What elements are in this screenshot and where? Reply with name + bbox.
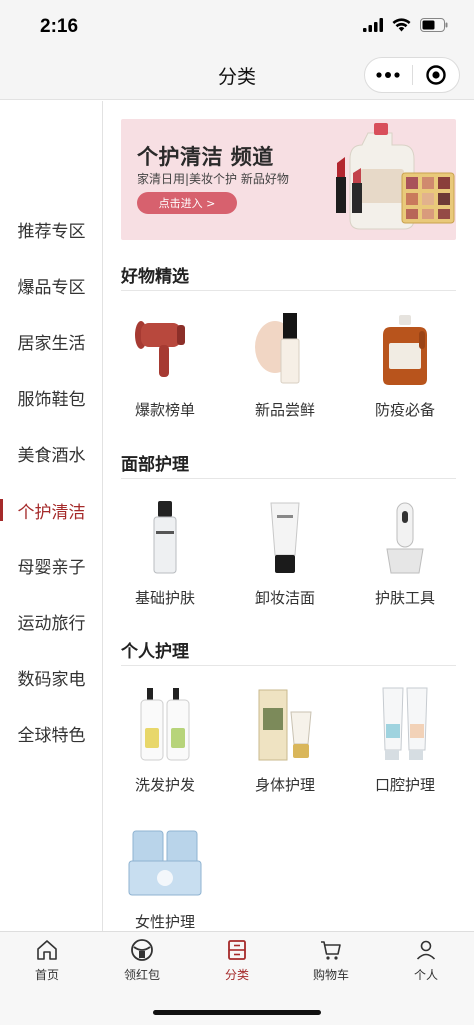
grid-item-label: 口腔护理 xyxy=(374,776,435,794)
grid-item-bestsellers[interactable]: 爆款榜单 xyxy=(110,309,220,419)
beauty-device-image xyxy=(365,497,445,577)
grid-item-label: 卸妆洁面 xyxy=(254,589,315,607)
active-indicator xyxy=(0,499,3,521)
banner-products-image xyxy=(336,123,455,230)
home-icon xyxy=(37,940,57,960)
grid-item-skincare-tools[interactable]: 护肤工具 xyxy=(350,497,460,607)
shampoo-bottles-image xyxy=(125,684,205,764)
status-icons xyxy=(363,18,448,32)
channel-banner[interactable]: 个护清洁 频道 家清日用|美妆个护 新品好物 点击进入 > xyxy=(121,119,456,240)
tab-category[interactable]: 分类 xyxy=(190,938,284,982)
grid-item-cleansing[interactable]: 卸妆洁面 xyxy=(230,497,340,607)
grid-item-body-care[interactable]: 身体护理 xyxy=(230,684,340,794)
sidebar-item-label: 服饰鞋包 xyxy=(17,389,86,410)
sidebar-item-apparel[interactable]: 服饰鞋包 xyxy=(0,377,103,417)
tab-cart[interactable]: 购物车 xyxy=(284,938,378,982)
signal-icon xyxy=(363,18,383,32)
banner-subtitle: 家清日用|美妆个护 新品好物 xyxy=(137,172,289,186)
tab-label: 首页 xyxy=(34,968,59,982)
sidebar-item-baby[interactable]: 母婴亲子 xyxy=(0,545,103,585)
toothpaste-tubes-image xyxy=(365,684,445,764)
cleanser-tube-image xyxy=(245,497,325,577)
section-divider xyxy=(121,478,456,479)
grid-item-new-arrivals[interactable]: 新品尝鲜 xyxy=(230,309,340,419)
more-dots-icon xyxy=(376,72,400,78)
sidebar-item-label: 推荐专区 xyxy=(17,221,86,242)
mini-program-capsule xyxy=(364,57,460,93)
sidebar-item-global[interactable]: 全球特色 xyxy=(0,713,103,753)
category-icon xyxy=(228,940,246,960)
sidebar-item-recommend[interactable]: 推荐专区 xyxy=(0,209,103,249)
more-button[interactable] xyxy=(365,58,412,92)
sidebar-item-personal-care[interactable]: 个护清洁 xyxy=(0,490,103,530)
sidebar-item-label: 全球特色 xyxy=(17,725,86,746)
grid-item-hair-care[interactable]: 洗发护发 xyxy=(110,684,220,794)
battery-icon xyxy=(420,18,448,32)
tab-label: 分类 xyxy=(224,968,249,982)
sidebar-item-label: 爆品专区 xyxy=(17,277,86,298)
grid-item-label: 爆款榜单 xyxy=(134,401,195,419)
grid-item-label: 防疫必备 xyxy=(374,401,435,419)
section-divider xyxy=(121,290,456,291)
hair-dryer-image xyxy=(125,309,205,389)
banner-enter-button[interactable]: 点击进入 > xyxy=(137,192,237,214)
red-packet-icon xyxy=(131,939,153,961)
banner-title: 个护清洁 频道 xyxy=(137,145,274,169)
grid-item-feminine-care[interactable]: 女性护理 xyxy=(110,821,220,931)
home-indicator xyxy=(153,1010,321,1015)
tab-profile[interactable]: 个人 xyxy=(379,938,473,982)
tab-label: 个人 xyxy=(413,968,438,982)
sidebar-item-label: 居家生活 xyxy=(17,333,86,354)
close-mini-program-button[interactable] xyxy=(413,58,460,92)
status-time: 2:16 xyxy=(40,16,79,37)
user-icon xyxy=(416,940,436,960)
grid-item-label: 护肤工具 xyxy=(374,589,435,607)
sidebar-item-label: 美食酒水 xyxy=(17,445,86,466)
section-title-featured: 好物精选 xyxy=(121,267,189,287)
category-sidebar: 推荐专区 爆品专区 居家生活 服饰鞋包 美食酒水 个护清洁 母婴亲子 运动旅行 … xyxy=(0,101,103,931)
sidebar-item-label: 母婴亲子 xyxy=(17,557,86,578)
wifi-icon xyxy=(392,18,411,32)
foundation-bottle-image xyxy=(245,309,325,389)
sanitary-pad-packs-image xyxy=(125,821,205,901)
sidebar-item-label: 运动旅行 xyxy=(17,613,86,634)
grid-item-basic-skincare[interactable]: 基础护肤 xyxy=(110,497,220,607)
sidebar-item-digital[interactable]: 数码家电 xyxy=(0,657,103,697)
nav-bar: 分类 xyxy=(0,52,474,100)
grid-item-label: 女性护理 xyxy=(134,913,195,931)
category-content: 个护清洁 频道 家清日用|美妆个护 新品好物 点击进入 > 好物精选 爆款榜单 … xyxy=(104,101,474,931)
tab-label: 购物车 xyxy=(312,968,349,982)
grid-item-label: 基础护肤 xyxy=(134,589,195,607)
cart-icon xyxy=(321,941,341,960)
grid-item-oral-care[interactable]: 口腔护理 xyxy=(350,684,460,794)
status-bar: 2:16 xyxy=(0,0,474,52)
grid-item-label: 新品尝鲜 xyxy=(254,401,315,419)
tab-red-packet[interactable]: 领红包 xyxy=(95,938,189,982)
tab-label: 领红包 xyxy=(123,968,160,982)
sidebar-item-label: 数码家电 xyxy=(17,669,86,690)
sidebar-item-sports[interactable]: 运动旅行 xyxy=(0,601,103,641)
tab-home[interactable]: 首页 xyxy=(0,938,94,982)
sidebar-item-label: 个护清洁 xyxy=(17,502,86,523)
toner-bottle-image xyxy=(125,497,205,577)
disinfectant-bottle-image xyxy=(365,309,445,389)
grid-item-epidemic-prevention[interactable]: 防疫必备 xyxy=(350,309,460,419)
section-divider xyxy=(121,665,456,666)
grid-item-label: 身体护理 xyxy=(254,776,315,794)
sidebar-item-hot[interactable]: 爆品专区 xyxy=(0,265,103,305)
sidebar-item-food[interactable]: 美食酒水 xyxy=(0,433,103,473)
section-title-personal-care: 个人护理 xyxy=(121,642,189,662)
grid-item-label: 洗发护发 xyxy=(134,776,195,794)
hand-cream-image xyxy=(245,684,325,764)
section-title-facial-care: 面部护理 xyxy=(121,455,189,475)
sidebar-item-home-living[interactable]: 居家生活 xyxy=(0,321,103,361)
target-close-icon xyxy=(426,65,446,85)
